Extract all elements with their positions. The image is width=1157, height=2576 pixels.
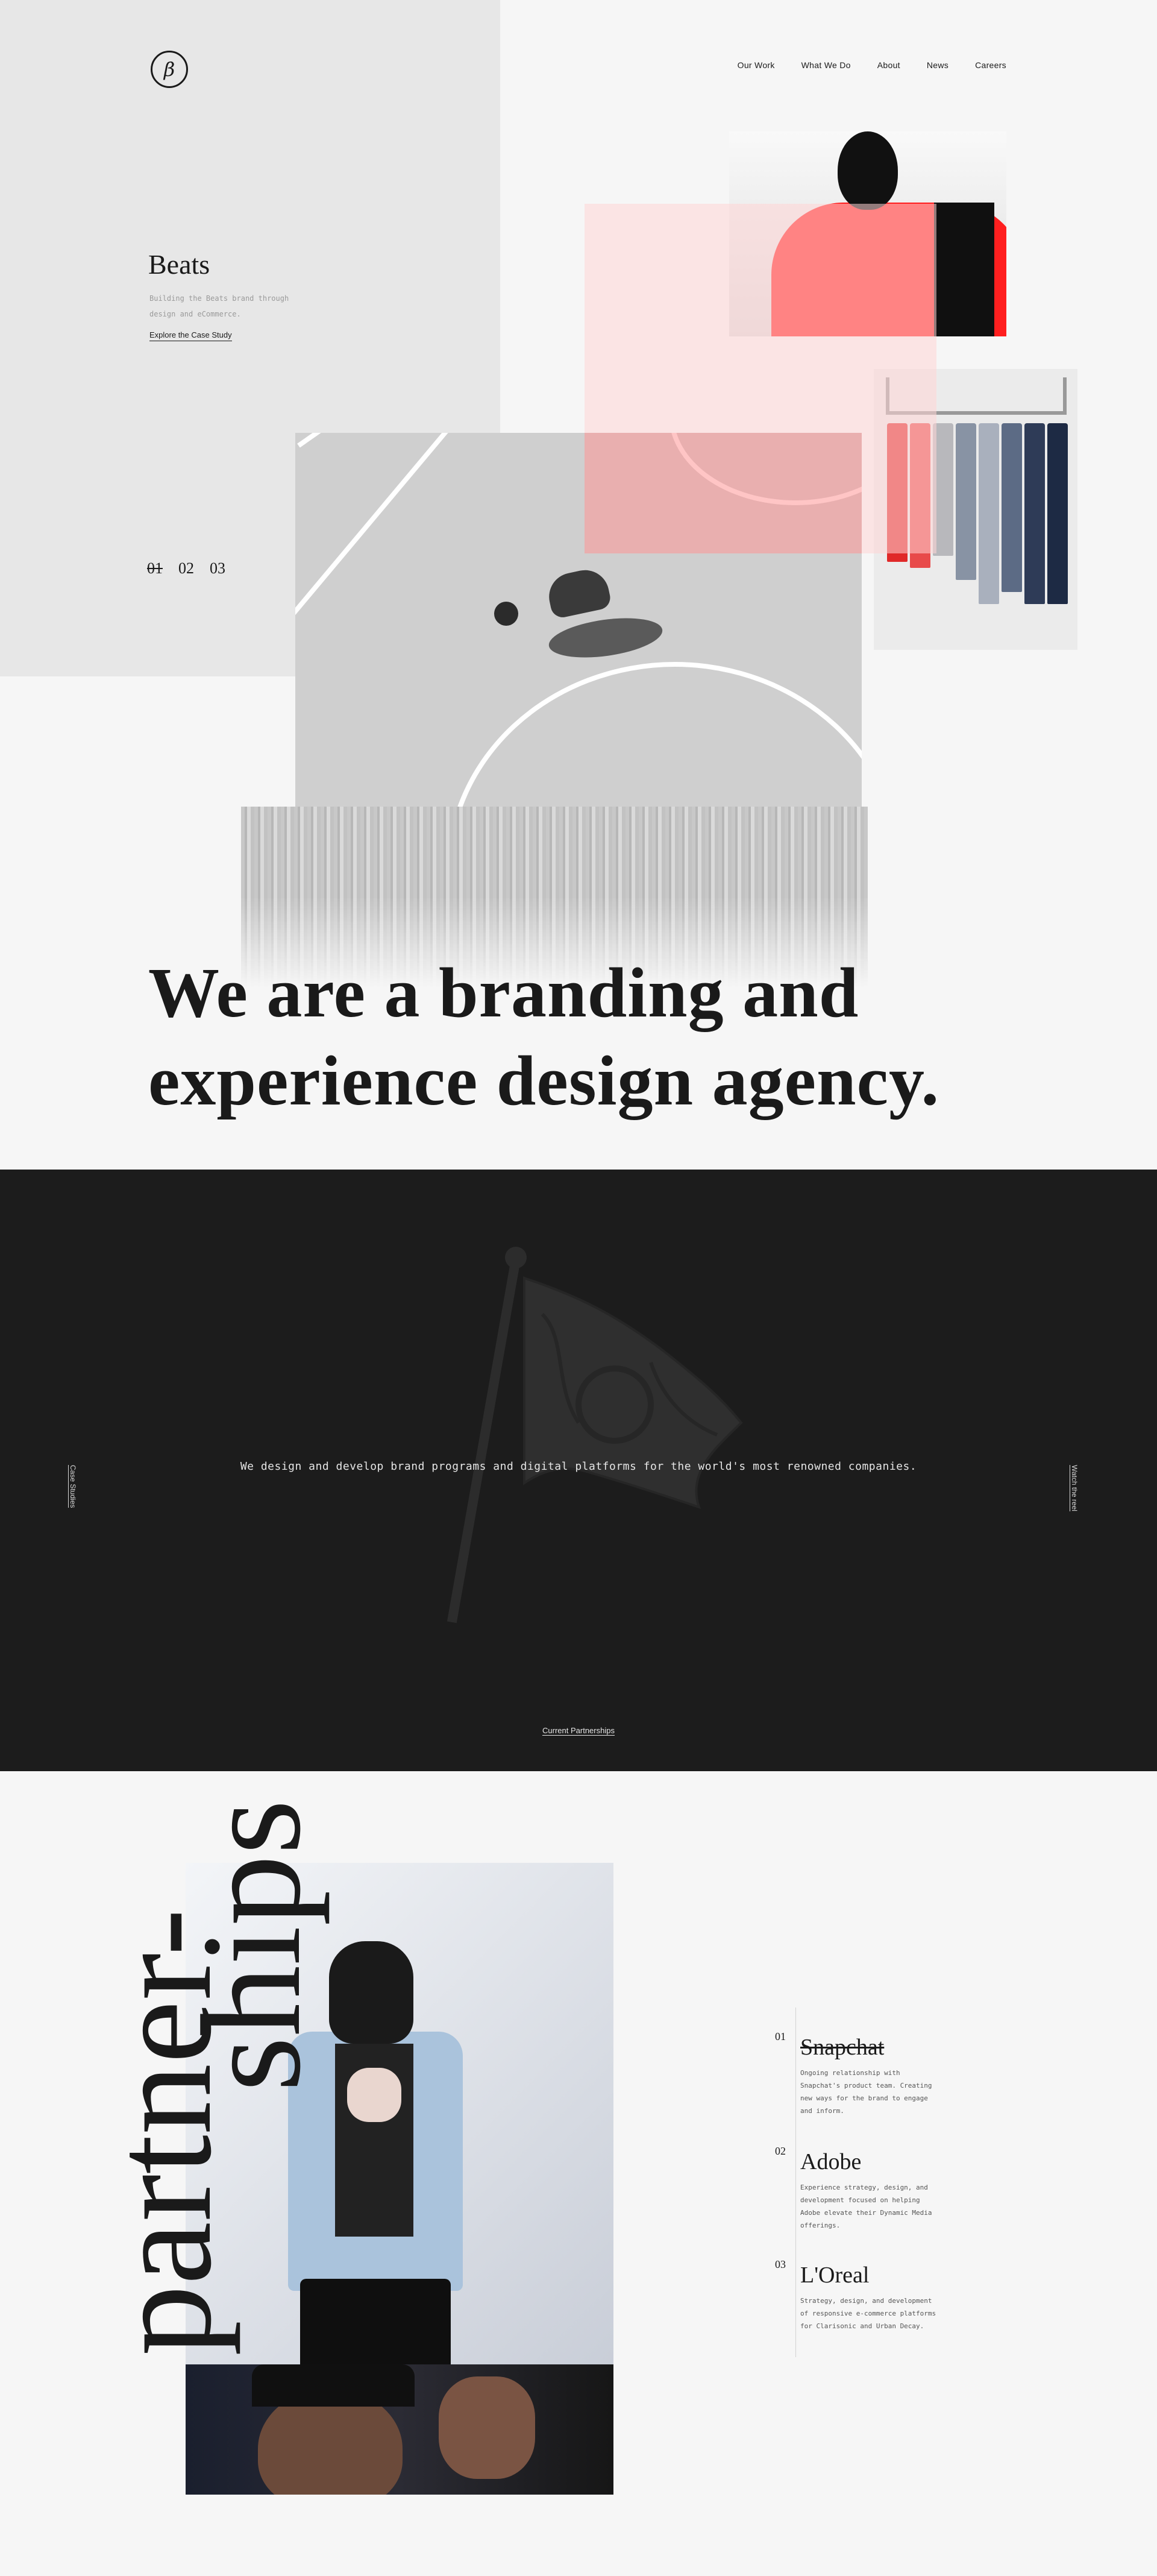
partnership-item-adobe[interactable]: 02 Adobe Experience strategy, design, an… xyxy=(775,2145,956,2241)
pager-item-2[interactable]: 02 xyxy=(178,559,194,578)
headline-line-2: experience design agency. xyxy=(148,1041,939,1120)
headline-line-1: We are a branding and xyxy=(148,953,859,1032)
brand-logo-icon[interactable]: β xyxy=(151,51,188,88)
partnership-name: Snapchat xyxy=(800,2035,885,2060)
rack-pole-right xyxy=(1063,377,1067,415)
photo-pants xyxy=(300,2279,451,2364)
intro-section: Case Studies We design and develop brand… xyxy=(0,1170,1157,1771)
garment xyxy=(956,423,976,580)
photo-cap xyxy=(252,2364,415,2407)
slide-pager: 01 02 03 xyxy=(147,559,225,578)
partnership-name: L'Oreal xyxy=(800,2263,870,2288)
basketball xyxy=(494,602,518,626)
main-nav: Our Work What We Do About News Careers xyxy=(738,60,1006,70)
explore-case-study-link[interactable]: Explore the Case Study xyxy=(149,330,232,341)
partnership-description: Strategy, design, and development of res… xyxy=(800,2297,936,2330)
partnership-number: 03 xyxy=(775,2258,786,2270)
intro-statement: We design and develop brand programs and… xyxy=(240,1460,917,1473)
nav-our-work[interactable]: Our Work xyxy=(738,60,775,70)
nav-about[interactable]: About xyxy=(877,60,900,70)
photo-hand xyxy=(439,2376,535,2479)
nav-news[interactable]: News xyxy=(927,60,948,70)
partnership-item-loreal[interactable]: 03 L'Oreal Strategy, design, and develop… xyxy=(775,2258,956,2355)
pager-item-3[interactable]: 03 xyxy=(210,559,225,578)
figure-shadow xyxy=(934,203,994,336)
partnership-name: Adobe xyxy=(800,2149,862,2174)
partnership-photo-bottom xyxy=(186,2364,613,2495)
court-arc xyxy=(446,662,862,807)
partnership-description: Experience strategy, design, and develop… xyxy=(800,2184,932,2229)
partnership-number: 01 xyxy=(775,2030,786,2042)
current-partnerships-link[interactable]: Current Partnerships xyxy=(542,1726,615,1736)
partnership-description: Ongoing relationship with Snapchat's pro… xyxy=(800,2069,932,2115)
garment xyxy=(1002,423,1022,592)
nav-careers[interactable]: Careers xyxy=(975,60,1006,70)
logo-glyph: β xyxy=(163,58,175,81)
flag-illustration-icon xyxy=(447,1247,743,1623)
photo-shirt-print xyxy=(347,2068,401,2122)
case-study-description: Building the Beats brand through design … xyxy=(149,294,289,318)
pink-overlay-strong xyxy=(585,433,862,553)
partnership-item-snapchat[interactable]: 01 Snapchat Ongoing relationship with Sn… xyxy=(775,2030,956,2127)
garment xyxy=(979,423,999,604)
partnership-number: 02 xyxy=(775,2145,786,2157)
case-study-title: Beats xyxy=(148,249,210,280)
player-shadow xyxy=(546,612,665,664)
garment xyxy=(1047,423,1068,604)
court-line xyxy=(295,433,456,646)
court-line xyxy=(297,433,330,448)
garment xyxy=(1024,423,1045,604)
watch-reel-link[interactable]: Watch the reel xyxy=(1070,1465,1079,1511)
pager-item-1[interactable]: 01 xyxy=(147,559,163,578)
current-partnerships-wrapper: Current Partnerships xyxy=(0,1725,1157,1736)
player-figure xyxy=(494,553,665,674)
player-torso xyxy=(544,565,613,620)
nav-what-we-do[interactable]: What We Do xyxy=(801,60,851,70)
photo-hood xyxy=(329,1941,413,2044)
partnerships-title-part2: ships xyxy=(173,1799,330,2092)
hero-headline: We are a branding and experience design … xyxy=(148,949,939,1125)
figure-head xyxy=(838,131,898,210)
